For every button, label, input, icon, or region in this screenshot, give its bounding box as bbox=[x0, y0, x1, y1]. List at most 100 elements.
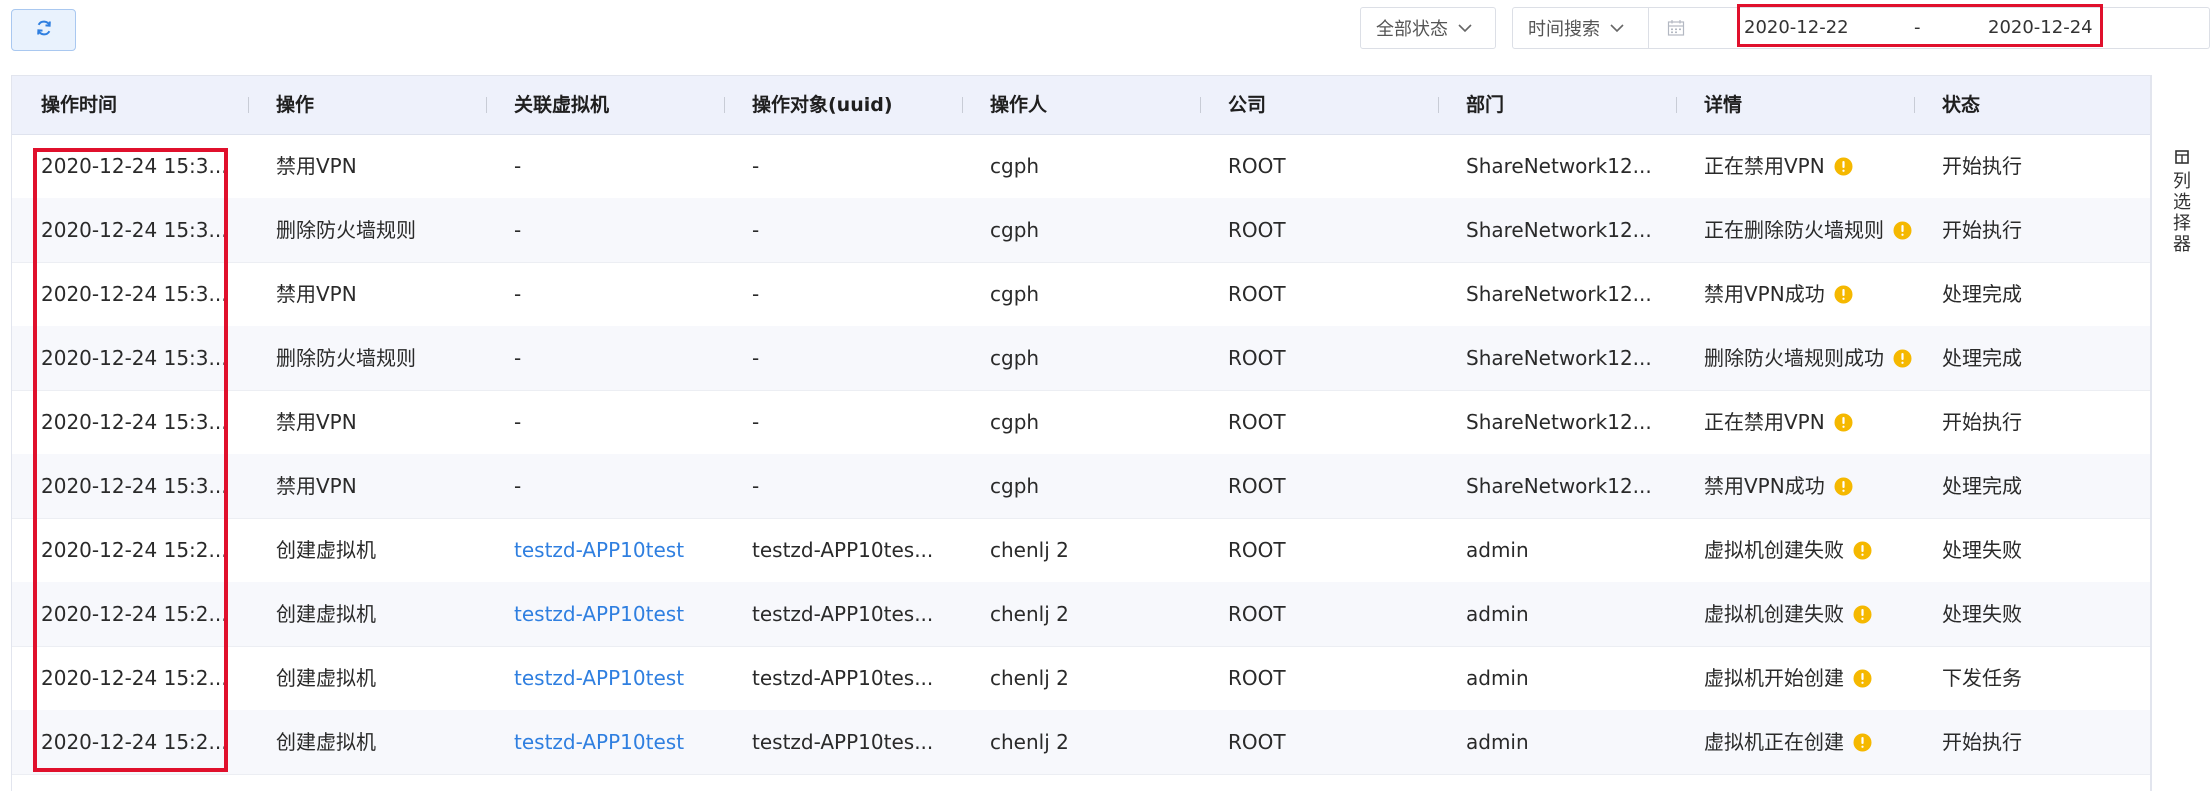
action-cell: 禁用VPN bbox=[276, 474, 357, 498]
warning-icon[interactable] bbox=[1853, 669, 1872, 688]
detail-cell: 虚拟机正在创建 bbox=[1704, 710, 1929, 774]
action-cell: 禁用VPN bbox=[276, 282, 357, 306]
operator-cell: chenlj 2 bbox=[990, 602, 1069, 626]
table-header: 操作时间 操作 关联虚拟机 操作对象(uuid) 操作人 公司 部门 详情 状态 bbox=[12, 76, 2150, 135]
target-cell: testzd-APP10tes... bbox=[752, 730, 934, 754]
table-row[interactable]: 2020-12-24 15:3... 禁用VPN - - cgph ROOT ShareNe… bbox=[12, 454, 2150, 519]
table-row[interactable]: 2020-12-24 15:3... 删除防火墙规则 - - cgph ROOT Share… bbox=[12, 326, 2150, 391]
column-resize-handle[interactable] bbox=[1438, 97, 1439, 113]
status-filter-label: 全部状态 bbox=[1376, 19, 1448, 40]
company-cell: ROOT bbox=[1228, 474, 1286, 498]
detail-text: 禁用VPN成功 bbox=[1704, 474, 1825, 498]
detail-text: 虚拟机创建失败 bbox=[1704, 538, 1844, 562]
vm-link: - bbox=[514, 474, 522, 498]
column-header-action[interactable]: 操作 bbox=[276, 76, 314, 134]
table-row[interactable]: 2020-12-24 15:3... 禁用VPN - - cgph ROOT ShareNe… bbox=[12, 390, 2150, 455]
column-header-dept[interactable]: 部门 bbox=[1466, 76, 1504, 134]
company-cell: ROOT bbox=[1228, 346, 1286, 370]
column-resize-handle[interactable] bbox=[724, 97, 725, 113]
operator-cell: cgph bbox=[990, 410, 1040, 434]
detail-text: 虚拟机创建失败 bbox=[1704, 602, 1844, 626]
dept-cell: admin bbox=[1466, 602, 1529, 626]
column-header-vm[interactable]: 关联虚拟机 bbox=[514, 76, 609, 134]
dept-cell: ShareNetwork12... bbox=[1466, 154, 1652, 178]
date-range-highlight bbox=[1737, 4, 2103, 47]
vm-link: - bbox=[514, 154, 522, 178]
status-cell: 处理失败 bbox=[1942, 602, 2022, 626]
dept-cell: ShareNetwork12... bbox=[1466, 474, 1652, 498]
column-resize-handle[interactable] bbox=[1200, 97, 1201, 113]
table-row[interactable]: 2020-12-24 15:2... 创建虚拟机 testzd-APP10test t… bbox=[12, 582, 2150, 647]
status-cell: 处理完成 bbox=[1942, 346, 2022, 370]
column-header-detail[interactable]: 详情 bbox=[1704, 76, 1742, 134]
table-row[interactable]: 2020-12-24 15:2... 创建虚拟机 testzd-APP10test t… bbox=[12, 710, 2150, 775]
column-header-company[interactable]: 公司 bbox=[1228, 76, 1266, 134]
target-cell: - bbox=[752, 474, 760, 498]
detail-cell: 禁用VPN成功 bbox=[1704, 262, 1929, 326]
dept-cell: admin bbox=[1466, 538, 1529, 562]
chevron-down-icon bbox=[1610, 23, 1624, 33]
warning-icon[interactable] bbox=[1834, 285, 1853, 304]
detail-cell: 正在删除防火墙规则 bbox=[1704, 198, 1929, 262]
warning-icon[interactable] bbox=[1853, 605, 1872, 624]
column-chooser-panel[interactable]: 列选择器 bbox=[2151, 75, 2210, 791]
column-resize-handle[interactable] bbox=[962, 97, 963, 113]
operator-cell: cgph bbox=[990, 154, 1040, 178]
warning-icon[interactable] bbox=[1834, 157, 1853, 176]
detail-cell: 虚拟机创建失败 bbox=[1704, 518, 1929, 582]
detail-text: 删除防火墙规则成功 bbox=[1704, 346, 1884, 370]
table-row[interactable]: 2020-12-24 15:3... 禁用VPN - - cgph ROOT ShareNe… bbox=[12, 262, 2150, 327]
detail-cell: 正在禁用VPN bbox=[1704, 390, 1929, 454]
status-filter-select[interactable]: 全部状态 bbox=[1360, 7, 1496, 49]
detail-cell: 禁用VPN成功 bbox=[1704, 454, 1929, 518]
table-row[interactable]: 2020-12-24 15:3... 删除防火墙规则 - - cgph ROOT Share… bbox=[12, 198, 2150, 263]
status-cell: 处理完成 bbox=[1942, 474, 2022, 498]
column-header-time[interactable]: 操作时间 bbox=[41, 76, 117, 134]
company-cell: ROOT bbox=[1228, 666, 1286, 690]
column-resize-handle[interactable] bbox=[1914, 97, 1915, 113]
time-filter-label: 时间搜索 bbox=[1528, 19, 1600, 40]
company-cell: ROOT bbox=[1228, 218, 1286, 242]
operator-cell: cgph bbox=[990, 346, 1040, 370]
vm-link[interactable]: testzd-APP10test bbox=[514, 646, 724, 710]
action-cell: 创建虚拟机 bbox=[276, 538, 376, 562]
dept-cell: admin bbox=[1466, 730, 1529, 754]
action-cell: 创建虚拟机 bbox=[276, 730, 376, 754]
column-resize-handle[interactable] bbox=[1676, 97, 1677, 113]
time-filter-select[interactable]: 时间搜索 bbox=[1512, 7, 1649, 49]
column-header-operator[interactable]: 操作人 bbox=[990, 76, 1047, 134]
refresh-button[interactable] bbox=[11, 9, 76, 51]
warning-icon[interactable] bbox=[1853, 733, 1872, 752]
vm-link: - bbox=[514, 410, 522, 434]
vm-link[interactable]: testzd-APP10test bbox=[514, 582, 724, 646]
target-cell: - bbox=[752, 410, 760, 434]
table-row[interactable]: 2020-12-24 15:2... 创建虚拟机 testzd-APP10test t… bbox=[12, 646, 2150, 711]
column-resize-handle[interactable] bbox=[486, 97, 487, 113]
dept-cell: admin bbox=[1466, 666, 1529, 690]
table-row[interactable]: 2020-12-24 15:2... 创建虚拟机 testzd-APP10test t… bbox=[12, 518, 2150, 583]
detail-text: 正在删除防火墙规则 bbox=[1704, 218, 1884, 242]
target-cell: - bbox=[752, 154, 760, 178]
vm-link[interactable]: testzd-APP10test bbox=[514, 518, 724, 582]
warning-icon[interactable] bbox=[1893, 349, 1912, 368]
action-cell: 创建虚拟机 bbox=[276, 602, 376, 626]
company-cell: ROOT bbox=[1228, 602, 1286, 626]
target-cell: testzd-APP10tes... bbox=[752, 602, 934, 626]
warning-icon[interactable] bbox=[1834, 413, 1853, 432]
time-column-highlight bbox=[33, 148, 228, 772]
company-cell: ROOT bbox=[1228, 154, 1286, 178]
warning-icon[interactable] bbox=[1893, 221, 1912, 240]
vm-link: - bbox=[514, 218, 522, 242]
column-resize-handle[interactable] bbox=[248, 97, 249, 113]
refresh-icon bbox=[35, 19, 53, 41]
dept-cell: ShareNetwork12... bbox=[1466, 282, 1652, 306]
table-row[interactable]: 2020-12-24 15:3... 禁用VPN - - cgph ROOT ShareNe… bbox=[12, 134, 2150, 199]
detail-text: 正在禁用VPN bbox=[1704, 154, 1825, 178]
column-header-status[interactable]: 状态 bbox=[1942, 76, 1980, 134]
warning-icon[interactable] bbox=[1853, 541, 1872, 560]
dept-cell: ShareNetwork12... bbox=[1466, 346, 1652, 370]
warning-icon[interactable] bbox=[1834, 477, 1853, 496]
column-header-target[interactable]: 操作对象(uuid) bbox=[752, 76, 893, 134]
company-cell: ROOT bbox=[1228, 538, 1286, 562]
vm-link[interactable]: testzd-APP10test bbox=[514, 710, 724, 774]
